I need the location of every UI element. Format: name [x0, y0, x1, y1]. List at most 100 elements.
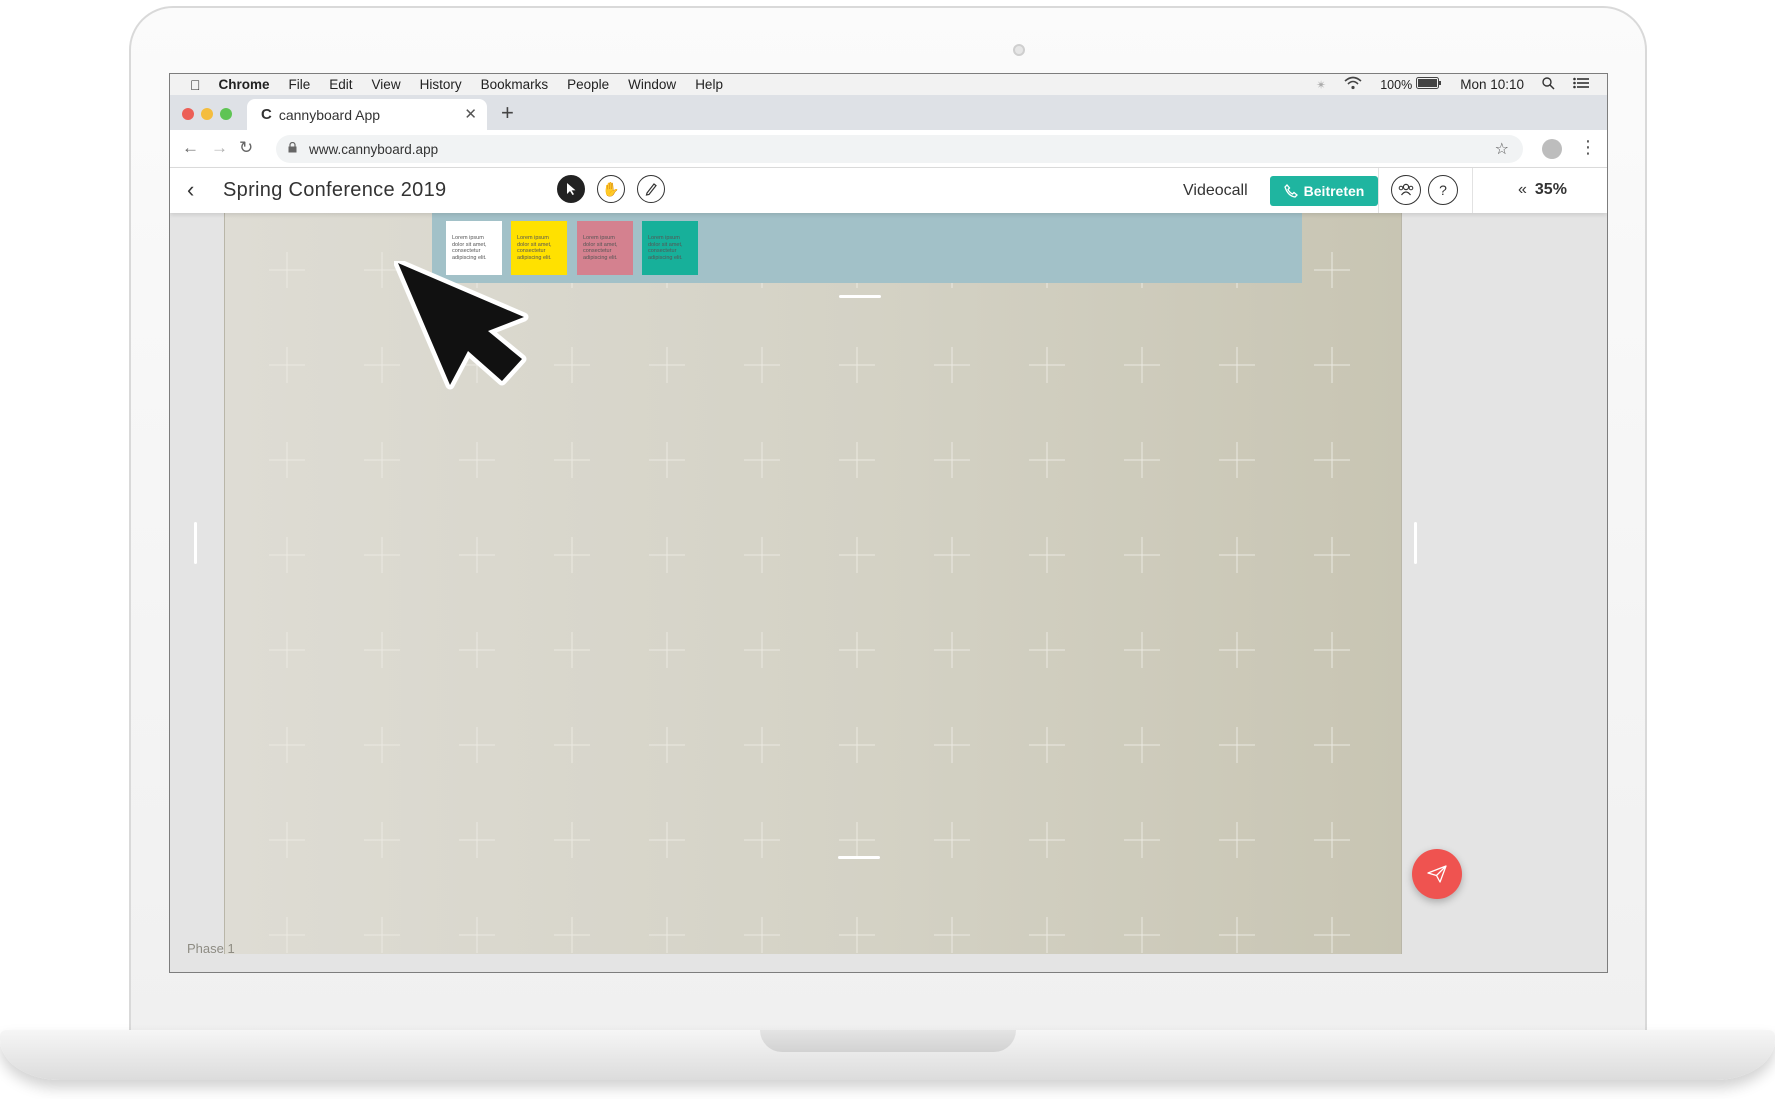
- join-videocall-button[interactable]: Beitreten: [1270, 176, 1378, 206]
- battery-icon[interactable]: [1416, 77, 1442, 92]
- collapse-chevrons-icon[interactable]: «: [1518, 181, 1527, 198]
- grid-cross: [649, 537, 685, 573]
- grid-cross: [269, 537, 305, 573]
- zoom-control[interactable]: « 35%: [1518, 181, 1567, 199]
- grid-cross: [649, 632, 685, 668]
- bluetooth-icon[interactable]: ✴: [1316, 78, 1326, 92]
- menu-app-name[interactable]: Chrome: [219, 77, 270, 92]
- menubar-clock[interactable]: Mon 10:10: [1460, 77, 1524, 92]
- note-lane[interactable]: Lorem ipsum dolor sit amet, consectetur …: [432, 213, 1302, 283]
- laptop-notch: [760, 1030, 1016, 1052]
- grid-cross: [1219, 727, 1255, 763]
- grid-cross: [934, 442, 970, 478]
- pan-tool-button[interactable]: ✋: [597, 175, 625, 203]
- help-button[interactable]: ?: [1428, 175, 1458, 205]
- grid-cross: [649, 917, 685, 953]
- grid-cross: [1314, 537, 1350, 573]
- help-question-icon: ?: [1439, 182, 1447, 198]
- browser-menu-icon[interactable]: ⋮: [1579, 137, 1597, 158]
- sticky-note-pink[interactable]: Lorem ipsum dolor sit amet, consectetur …: [577, 221, 633, 275]
- canvas-area[interactable]: Lorem ipsum dolor sit amet, consectetur …: [170, 213, 1607, 972]
- menu-bookmarks[interactable]: Bookmarks: [481, 77, 549, 92]
- grid-cross: [364, 442, 400, 478]
- grid-cross: [459, 917, 495, 953]
- grid-cross: [1124, 632, 1160, 668]
- bookmark-star-icon[interactable]: ☆: [1495, 139, 1509, 159]
- grid-cross: [744, 917, 780, 953]
- select-tool-button[interactable]: [557, 175, 585, 203]
- grid-cross: [364, 632, 400, 668]
- address-bar[interactable]: www.cannyboard.app ☆: [276, 135, 1523, 163]
- browser-tab-active[interactable]: C cannyboard App ✕: [247, 99, 487, 130]
- menu-people[interactable]: People: [567, 77, 609, 92]
- grid-cross: [459, 537, 495, 573]
- window-minimize-button[interactable]: [201, 108, 213, 120]
- grid-cross: [744, 727, 780, 763]
- wifi-icon[interactable]: [1344, 76, 1362, 93]
- spotlight-search-icon[interactable]: [1542, 76, 1555, 93]
- app-header: ‹ Spring Conference 2019 ✋ Videocall Bei…: [170, 168, 1607, 213]
- grid-cross: [1029, 727, 1065, 763]
- grid-cross: [839, 347, 875, 383]
- sticky-note-teal[interactable]: Lorem ipsum dolor sit amet, consectetur …: [642, 221, 698, 275]
- send-fab-button[interactable]: [1412, 849, 1462, 899]
- grid-cross: [744, 442, 780, 478]
- menu-file[interactable]: File: [289, 77, 311, 92]
- videocall-label: Videocall: [1183, 182, 1248, 199]
- right-panel-handle[interactable]: [1414, 522, 1417, 564]
- grid-cross: [934, 822, 970, 858]
- menu-history[interactable]: History: [420, 77, 462, 92]
- grid-cross: [1124, 727, 1160, 763]
- grid-cross: [1029, 537, 1065, 573]
- grid-cross: [1314, 727, 1350, 763]
- grid-cross: [649, 822, 685, 858]
- grid-cross: [554, 917, 590, 953]
- menu-help[interactable]: Help: [695, 77, 723, 92]
- apple-icon[interactable]: : [190, 77, 201, 93]
- reload-icon[interactable]: ↻: [239, 138, 253, 158]
- grid-cross: [839, 917, 875, 953]
- grid-cross: [1219, 917, 1255, 953]
- profile-avatar-icon[interactable]: [1542, 139, 1562, 159]
- new-tab-button[interactable]: +: [501, 100, 514, 126]
- grid-cross: [839, 632, 875, 668]
- grid-cross: [554, 727, 590, 763]
- window-zoom-button[interactable]: [220, 108, 232, 120]
- tab-title: cannyboard App: [278, 106, 381, 123]
- url-text[interactable]: www.cannyboard.app: [309, 142, 438, 157]
- pen-tool-button[interactable]: [637, 175, 665, 203]
- participants-button[interactable]: [1391, 175, 1421, 205]
- window-close-button[interactable]: [182, 108, 194, 120]
- menu-edit[interactable]: Edit: [329, 77, 352, 92]
- grid-cross: [744, 537, 780, 573]
- battery-percent: 100%: [1380, 77, 1413, 92]
- grid-cross: [364, 917, 400, 953]
- people-icon: [1398, 183, 1414, 196]
- grid-cross: [839, 822, 875, 858]
- grid-cross: [554, 632, 590, 668]
- grid-cross: [554, 347, 590, 383]
- grid-cross: [1314, 917, 1350, 953]
- lock-icon: [288, 141, 297, 156]
- grid-cross: [364, 537, 400, 573]
- menu-view[interactable]: View: [372, 77, 401, 92]
- forward-arrow-icon[interactable]: →: [211, 138, 228, 158]
- grid-cross: [1124, 442, 1160, 478]
- macos-menubar:  Chrome File Edit View History Bookmark…: [170, 74, 1607, 95]
- favicon-icon: C: [261, 106, 272, 123]
- grid-cross: [744, 632, 780, 668]
- lane-resize-handle[interactable]: [839, 295, 881, 298]
- grid-cross: [744, 347, 780, 383]
- menu-window[interactable]: Window: [628, 77, 676, 92]
- camera-icon: [1013, 44, 1025, 56]
- back-arrow-icon[interactable]: ←: [182, 138, 199, 158]
- grid-cross: [269, 632, 305, 668]
- phone-icon: [1283, 184, 1298, 198]
- left-panel-handle[interactable]: [194, 522, 197, 564]
- board-bottom-handle[interactable]: [838, 856, 880, 859]
- board-title[interactable]: Spring Conference 2019: [223, 179, 446, 202]
- grid-cross: [744, 822, 780, 858]
- notification-center-icon[interactable]: [1573, 77, 1589, 92]
- tab-close-icon[interactable]: ✕: [464, 105, 477, 123]
- back-chevron-icon[interactable]: ‹: [187, 177, 194, 203]
